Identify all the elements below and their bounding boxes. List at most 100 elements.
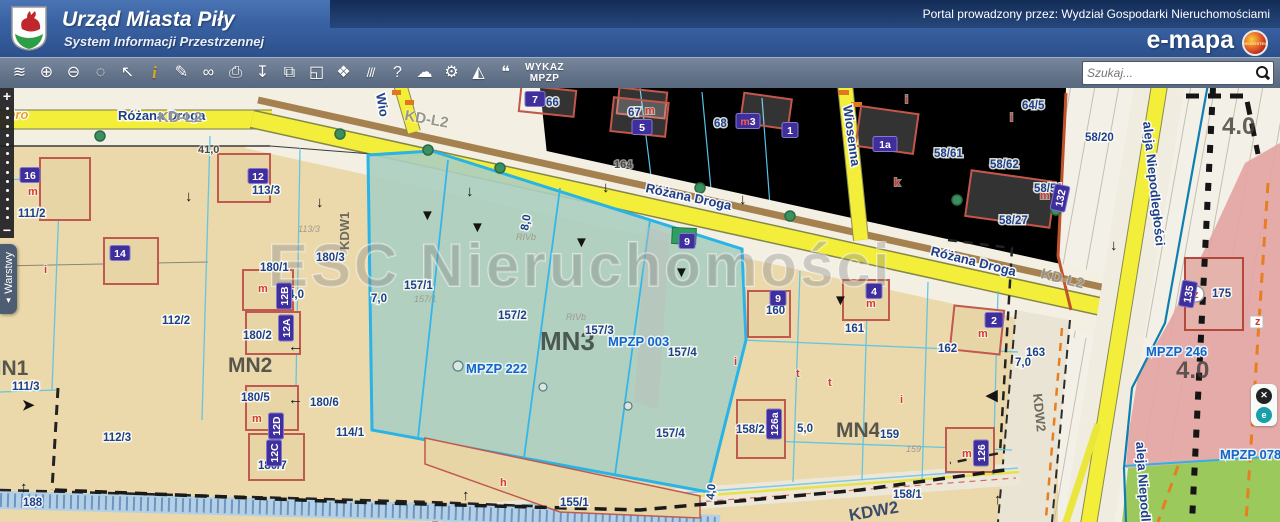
address-marker[interactable]: m3: [736, 114, 760, 129]
address-marker[interactable]: 5: [632, 120, 652, 135]
zoom-in-icon[interactable]: ⊕: [33, 60, 60, 86]
page-subtitle: System Informacji Przestrzennej: [64, 34, 264, 49]
pointer-icon[interactable]: ↖: [114, 60, 141, 86]
map-label: k: [894, 177, 901, 189]
map-label: 158/2: [736, 424, 765, 436]
map-label: m: [28, 186, 38, 198]
svg-text:1: 1: [787, 125, 793, 137]
map-label: 5,0: [797, 423, 813, 435]
address-marker[interactable]: 9: [770, 291, 786, 306]
address-marker[interactable]: 12: [248, 169, 268, 184]
map-label: 111/3: [12, 381, 40, 393]
address-marker[interactable]: 126a: [767, 409, 782, 439]
zoom-track[interactable]: [6, 104, 9, 222]
svg-text:126: 126: [976, 444, 988, 462]
map-label: 157/1: [414, 294, 437, 304]
measure-icon[interactable]: ✎: [168, 60, 195, 86]
svg-text:126a: 126a: [769, 412, 781, 436]
hatch-icon[interactable]: ///: [357, 60, 384, 86]
map-label: 164: [614, 159, 633, 171]
search-icon[interactable]: [1254, 65, 1270, 81]
help-icon[interactable]: ?: [384, 60, 411, 86]
cloud-download-icon[interactable]: ☁: [411, 60, 438, 86]
address-marker[interactable]: 7: [525, 92, 545, 107]
map-label: 58/62: [990, 159, 1019, 171]
map-label: 41,0: [198, 144, 219, 156]
wykaz-mpzp-button[interactable]: WYKAZ MPZP: [525, 62, 564, 85]
map-label: 180/2: [243, 330, 272, 342]
map-label: 159: [906, 444, 921, 454]
info-circle-icon[interactable]: e: [1256, 407, 1272, 423]
address-marker[interactable]: 1a: [873, 137, 897, 152]
map-label: i: [734, 356, 737, 368]
copy-view-icon[interactable]: ⧉: [276, 60, 303, 86]
map-label: 113/3: [298, 224, 320, 234]
map-label: 175: [1212, 288, 1232, 300]
address-marker[interactable]: 12A: [279, 315, 294, 341]
map-label: 4,0: [705, 483, 718, 500]
map-label: i: [900, 394, 903, 406]
compare-icon[interactable]: ◭: [465, 60, 492, 86]
map-label: 160: [766, 305, 785, 317]
address-marker[interactable]: 12B: [277, 283, 292, 309]
map-label: ▼: [674, 264, 689, 281]
layers-panel-tab[interactable]: Warstwy ▾: [0, 244, 17, 314]
address-marker[interactable]: 12D: [269, 413, 284, 439]
map-label: RIVb: [566, 312, 586, 322]
map-label: 162: [938, 343, 957, 355]
zoom-in-button[interactable]: +: [3, 88, 11, 104]
tree-icon: [423, 145, 433, 155]
svg-text:12B: 12B: [279, 286, 291, 306]
address-marker[interactable]: 16: [20, 168, 40, 183]
map-label: 64/5: [1022, 100, 1045, 112]
map-label: z: [1255, 316, 1261, 328]
map-label: m: [1040, 190, 1050, 202]
map-canvas[interactable]: ESC NieruchomościRóżana DrogaDroKD-L2KD-…: [0, 88, 1280, 522]
map-label: ↓: [739, 191, 747, 208]
map-label: ▼: [833, 292, 848, 309]
map-label: ↓: [602, 179, 610, 196]
download-icon[interactable]: ↧: [249, 60, 276, 86]
zoom-out-icon[interactable]: ⊖: [60, 60, 87, 86]
map-label: 180/1: [260, 262, 289, 274]
address-marker[interactable]: 14: [110, 246, 130, 261]
address-marker[interactable]: 126: [974, 440, 989, 466]
select-extent-icon[interactable]: ◌: [87, 60, 114, 86]
map-label: t: [796, 368, 800, 380]
svg-text:2: 2: [991, 315, 997, 327]
feedback-icon[interactable]: ❝: [492, 60, 519, 86]
close-icon[interactable]: ✕: [1256, 388, 1272, 404]
print-icon[interactable]: ⎙: [222, 60, 249, 86]
map-label: ➤: [22, 397, 35, 414]
polygon-icon[interactable]: ❖: [330, 60, 357, 86]
link-icon[interactable]: ∞: [195, 60, 222, 86]
map-label: ↑: [462, 487, 470, 504]
map-label: i: [905, 94, 908, 106]
map-label: ▼: [574, 234, 589, 251]
map-label: 68: [714, 118, 727, 130]
address-marker[interactable]: 4: [866, 284, 882, 299]
search-input[interactable]: [1083, 66, 1254, 80]
settings-icon[interactable]: ⚙: [438, 60, 465, 86]
map-label: 4.0: [1222, 113, 1255, 140]
map-label: KD-L2: [158, 109, 202, 126]
address-marker[interactable]: 12C: [267, 440, 282, 466]
map-label: MN1: [0, 357, 29, 380]
info-icon[interactable]: i: [141, 60, 168, 86]
address-marker[interactable]: 2: [985, 313, 1003, 328]
map-label: h: [500, 477, 507, 489]
map-label: 67: [628, 107, 641, 119]
map-label: 7,0: [371, 293, 387, 305]
zoom-out-button[interactable]: −: [3, 222, 11, 238]
layers-icon[interactable]: ≋: [6, 60, 33, 86]
layout-icon[interactable]: ◱: [303, 60, 330, 86]
tree-icon: [952, 195, 962, 205]
address-marker[interactable]: 1: [782, 123, 798, 138]
map-label: m: [866, 298, 876, 310]
map-label: 180/3: [316, 252, 345, 264]
map-label: 58/61: [934, 148, 963, 160]
address-marker[interactable]: 9: [679, 234, 695, 249]
map-label: MN2: [228, 354, 272, 377]
svg-text:1a: 1a: [879, 139, 891, 151]
map-label: i: [1010, 112, 1013, 124]
